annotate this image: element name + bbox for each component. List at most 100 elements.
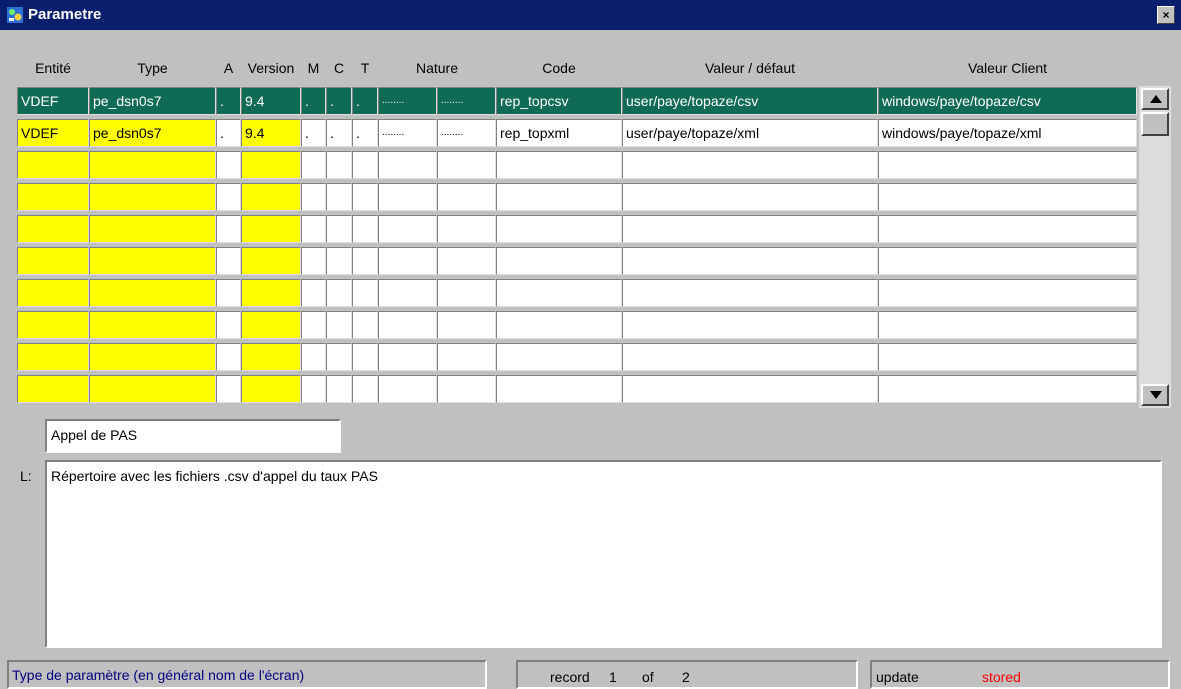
cell-a[interactable]: .	[216, 87, 241, 115]
cell-code[interactable]: rep_topcsv	[496, 87, 622, 115]
table-row[interactable]: VDEF pe_dsn0s7. 9.4................... rep_…	[17, 86, 1137, 116]
cell-t[interactable]	[352, 215, 378, 243]
cell-m[interactable]: .	[301, 119, 326, 147]
cell-type[interactable]	[89, 215, 216, 243]
cell-c[interactable]	[326, 151, 352, 179]
cell-type[interactable]: pe_dsn0s7	[89, 119, 216, 147]
cell-a[interactable]	[216, 215, 241, 243]
cell-version[interactable]	[241, 375, 301, 403]
table-row[interactable]	[17, 278, 1137, 308]
cell-code[interactable]	[496, 311, 622, 339]
short-label-field[interactable]: Appel de PAS	[45, 419, 341, 453]
cell-client[interactable]	[878, 183, 1137, 211]
cell-version[interactable]: 9.4	[241, 119, 301, 147]
cell-m[interactable]	[301, 279, 326, 307]
cell-entite[interactable]	[17, 311, 89, 339]
table-row[interactable]	[17, 246, 1137, 276]
cell-client[interactable]	[878, 247, 1137, 275]
cell-nature1[interactable]	[378, 183, 437, 211]
cell-type[interactable]	[89, 151, 216, 179]
cell-nature2[interactable]	[437, 183, 496, 211]
cell-c[interactable]: .	[326, 87, 352, 115]
cell-code[interactable]	[496, 343, 622, 371]
cell-code[interactable]	[496, 247, 622, 275]
table-row[interactable]	[17, 374, 1137, 404]
cell-defaut[interactable]	[622, 375, 878, 403]
cell-a[interactable]	[216, 183, 241, 211]
cell-version[interactable]	[241, 311, 301, 339]
cell-t[interactable]	[352, 279, 378, 307]
cell-version[interactable]	[241, 247, 301, 275]
cell-a[interactable]	[216, 247, 241, 275]
cell-client[interactable]	[878, 343, 1137, 371]
cell-type[interactable]	[89, 279, 216, 307]
cell-nature2[interactable]	[437, 215, 496, 243]
cell-defaut[interactable]	[622, 215, 878, 243]
cell-nature2[interactable]	[437, 375, 496, 403]
cell-m[interactable]	[301, 215, 326, 243]
cell-type[interactable]: pe_dsn0s7	[89, 87, 216, 115]
cell-t[interactable]	[352, 375, 378, 403]
cell-defaut[interactable]	[622, 151, 878, 179]
cell-a[interactable]	[216, 343, 241, 371]
cell-client[interactable]	[878, 151, 1137, 179]
cell-m[interactable]	[301, 343, 326, 371]
cell-nature1[interactable]	[378, 247, 437, 275]
cell-nature1[interactable]: ........	[378, 119, 437, 147]
cell-code[interactable]: rep_topxml	[496, 119, 622, 147]
cell-nature2[interactable]	[437, 151, 496, 179]
cell-version[interactable]	[241, 279, 301, 307]
table-row[interactable]	[17, 150, 1137, 180]
cell-c[interactable]: .	[326, 119, 352, 147]
scroll-up-button[interactable]	[1141, 88, 1169, 110]
cell-nature2[interactable]	[437, 311, 496, 339]
cell-entite[interactable]	[17, 183, 89, 211]
cell-nature1[interactable]	[378, 311, 437, 339]
cell-c[interactable]	[326, 183, 352, 211]
cell-m[interactable]	[301, 247, 326, 275]
cell-t[interactable]	[352, 247, 378, 275]
cell-entite[interactable]: VDEF	[17, 87, 89, 115]
cell-version[interactable]	[241, 215, 301, 243]
cell-code[interactable]	[496, 279, 622, 307]
cell-type[interactable]	[89, 183, 216, 211]
cell-client[interactable]	[878, 375, 1137, 403]
cell-entite[interactable]	[17, 375, 89, 403]
cell-version[interactable]: 9.4	[241, 87, 301, 115]
cell-version[interactable]	[241, 343, 301, 371]
cell-version[interactable]	[241, 183, 301, 211]
cell-defaut[interactable]	[622, 343, 878, 371]
cell-c[interactable]	[326, 247, 352, 275]
cell-nature1[interactable]	[378, 343, 437, 371]
cell-nature1[interactable]	[378, 375, 437, 403]
cell-defaut[interactable]	[622, 279, 878, 307]
cell-nature2[interactable]: ........	[437, 119, 496, 147]
cell-c[interactable]	[326, 311, 352, 339]
cell-m[interactable]	[301, 375, 326, 403]
cell-c[interactable]	[326, 279, 352, 307]
cell-defaut[interactable]	[622, 183, 878, 211]
cell-client[interactable]	[878, 279, 1137, 307]
cell-a[interactable]	[216, 375, 241, 403]
cell-nature2[interactable]	[437, 279, 496, 307]
cell-code[interactable]	[496, 151, 622, 179]
cell-type[interactable]	[89, 375, 216, 403]
scroll-down-button[interactable]	[1141, 384, 1169, 406]
scroll-thumb[interactable]	[1141, 112, 1169, 136]
cell-nature1[interactable]	[378, 215, 437, 243]
cell-m[interactable]	[301, 183, 326, 211]
cell-entite[interactable]	[17, 343, 89, 371]
cell-t[interactable]: .	[352, 119, 378, 147]
cell-code[interactable]	[496, 375, 622, 403]
cell-type[interactable]	[89, 311, 216, 339]
cell-a[interactable]	[216, 311, 241, 339]
long-label-textarea[interactable]: Répertoire avec les fichiers .csv d'appe…	[45, 460, 1162, 648]
cell-defaut[interactable]	[622, 247, 878, 275]
cell-nature1[interactable]: ........	[378, 87, 437, 115]
cell-c[interactable]	[326, 215, 352, 243]
cell-client[interactable]	[878, 311, 1137, 339]
table-row[interactable]: VDEF pe_dsn0s7. 9.4................... rep_…	[17, 118, 1137, 148]
close-button[interactable]: ×	[1157, 6, 1175, 24]
cell-type[interactable]	[89, 247, 216, 275]
cell-type[interactable]	[89, 343, 216, 371]
